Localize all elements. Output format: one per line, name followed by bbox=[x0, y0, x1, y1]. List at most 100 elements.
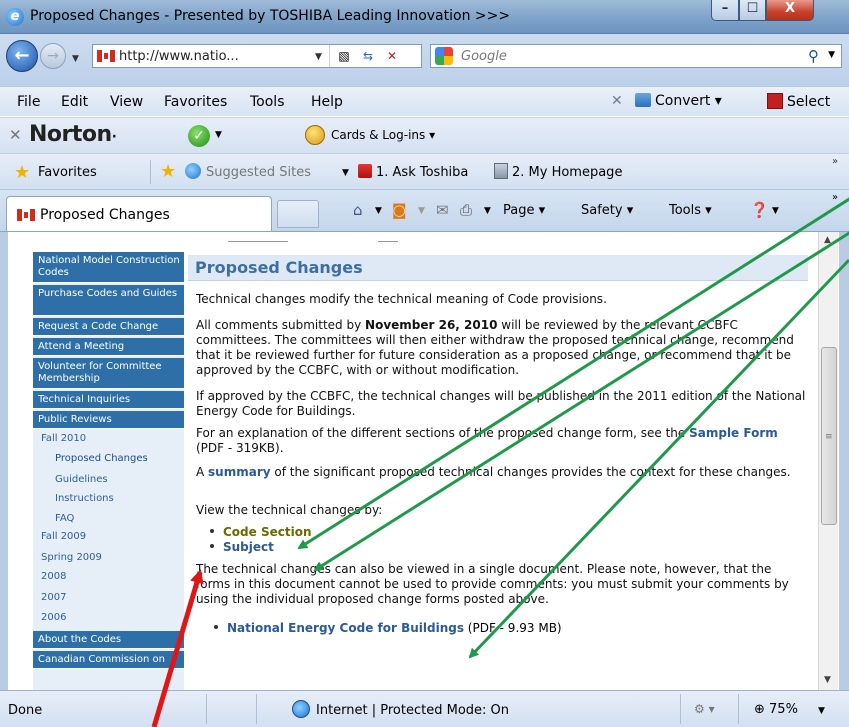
window-right-frame bbox=[839, 232, 849, 691]
select-button[interactable]: Select bbox=[767, 93, 830, 110]
nav-fall-2010[interactable]: Fall 2010 bbox=[33, 433, 184, 445]
nav-purchase-codes-and-guides[interactable]: Purchase Codes and Guides bbox=[33, 285, 184, 316]
norton-menu[interactable]: Norton· bbox=[29, 122, 117, 147]
zoom-level[interactable]: ⊕ 75% bbox=[754, 702, 798, 717]
favorites-star-icon[interactable]: ★ bbox=[14, 162, 30, 183]
suggested-sites-dropdown-icon[interactable]: ▼ bbox=[342, 168, 349, 178]
read-mail-icon[interactable]: ✉ bbox=[436, 201, 449, 219]
minimize-button[interactable]: – bbox=[711, 0, 739, 21]
address-bar[interactable]: http://www.natio... ▼ ▧ ⇆ ✕ bbox=[92, 44, 422, 68]
forward-button[interactable]: → bbox=[40, 43, 66, 69]
address-toolbar: ← → ▼ http://www.natio... ▼ ▧ ⇆ ✕ Google… bbox=[0, 34, 849, 86]
feeds-icon[interactable]: ◙ bbox=[392, 201, 407, 219]
search-options-dropdown-icon[interactable]: ▼ bbox=[828, 50, 835, 60]
nav-faq[interactable]: FAQ bbox=[33, 513, 184, 525]
vertical-scrollbar[interactable]: ▲ ≡ ▼ bbox=[818, 232, 838, 691]
norton-status-dropdown-icon[interactable]: ▼ bbox=[215, 130, 222, 140]
menu-tools[interactable]: Tools bbox=[250, 94, 285, 110]
zoom-dropdown-icon[interactable]: ▼ bbox=[818, 706, 825, 716]
nav-volunteer-for-committee-membership[interactable]: Volunteer for Committee Membership bbox=[33, 358, 184, 389]
intro-paragraph: Technical changes modify the technical m… bbox=[196, 292, 607, 306]
scroll-up-arrow-icon[interactable]: ▲ bbox=[824, 235, 831, 245]
favorites-button[interactable]: Favorites bbox=[38, 165, 97, 180]
security-zone[interactable]: Internet | Protected Mode: On bbox=[316, 703, 509, 718]
tab-favicon-icon bbox=[17, 209, 35, 221]
menu-favorites[interactable]: Favorites bbox=[164, 94, 227, 110]
scroll-down-arrow-icon[interactable]: ▼ bbox=[824, 675, 831, 685]
nav-attend-a-meeting[interactable]: Attend a Meeting bbox=[33, 338, 184, 356]
close-button[interactable]: X bbox=[766, 0, 814, 21]
feeds-dropdown-icon[interactable]: ▼ bbox=[418, 206, 425, 216]
command-bar-overflow-chevron-icon[interactable]: » bbox=[832, 192, 838, 203]
zoom-value: 75% bbox=[769, 702, 798, 717]
subject-link[interactable]: Subject bbox=[223, 540, 274, 554]
print-dropdown-icon[interactable]: ▼ bbox=[484, 206, 491, 216]
nav-guidelines[interactable]: Guidelines bbox=[33, 474, 184, 486]
safety-menu[interactable]: Safety ▾ bbox=[581, 203, 633, 218]
menu-file[interactable]: File bbox=[17, 94, 40, 110]
identity-safe-lock-icon[interactable] bbox=[305, 125, 325, 145]
menu-help[interactable]: Help bbox=[311, 94, 343, 110]
nav-canadian-commission[interactable]: Canadian Commission on bbox=[33, 651, 184, 669]
print-icon[interactable]: ⎙ bbox=[460, 201, 472, 219]
ask-toshiba-link[interactable]: 1. Ask Toshiba bbox=[376, 165, 468, 180]
tools-menu[interactable]: Tools ▾ bbox=[669, 203, 712, 218]
nav-proposed-changes[interactable]: Proposed Changes bbox=[33, 453, 184, 465]
canada-flag-icon bbox=[97, 50, 115, 62]
add-to-favorites-bar-icon[interactable]: ★ bbox=[160, 161, 176, 182]
home-dropdown-icon[interactable]: ▼ bbox=[375, 206, 382, 216]
recent-pages-dropdown-icon[interactable]: ▼ bbox=[72, 54, 79, 64]
home-icon[interactable]: ⌂ bbox=[353, 201, 363, 219]
help-icon[interactable]: ❓ bbox=[750, 201, 769, 219]
menu-view[interactable]: View bbox=[110, 94, 143, 110]
sample-form-link[interactable]: Sample Form bbox=[689, 426, 778, 440]
compatibility-view-icon[interactable]: ▧ bbox=[335, 48, 353, 64]
internet-zone-globe-icon bbox=[292, 700, 310, 718]
address-dropdown-icon[interactable]: ▼ bbox=[315, 52, 322, 62]
address-url[interactable]: http://www.natio... bbox=[119, 49, 239, 64]
new-tab-button[interactable] bbox=[277, 200, 319, 228]
summary-link[interactable]: summary bbox=[208, 465, 271, 479]
cards-logins-button[interactable]: Cards & Log-ins ▾ bbox=[331, 128, 435, 142]
back-button[interactable]: ← bbox=[6, 40, 38, 72]
national-energy-code-link[interactable]: National Energy Code for Buildings bbox=[227, 621, 464, 635]
bullet bbox=[210, 544, 214, 548]
nav-technical-inquiries[interactable]: Technical Inquiries bbox=[33, 391, 184, 409]
norton-status-check-icon[interactable]: ✓ bbox=[188, 125, 210, 147]
search-icon[interactable]: ⚲ bbox=[808, 47, 819, 65]
nav-about-the-codes[interactable]: About the Codes bbox=[33, 631, 184, 649]
help-dropdown-icon[interactable]: ▼ bbox=[772, 206, 779, 216]
tab-proposed-changes[interactable]: Proposed Changes bbox=[6, 196, 272, 232]
suggested-sites-button[interactable]: Suggested Sites bbox=[206, 165, 311, 180]
tab-label: Proposed Changes bbox=[40, 207, 170, 223]
ask-toshiba-icon bbox=[358, 164, 372, 178]
refresh-icon[interactable]: ⇆ bbox=[359, 48, 377, 64]
nav-2007[interactable]: 2007 bbox=[33, 592, 184, 604]
favorites-overflow-chevron-icon[interactable]: » bbox=[832, 156, 838, 167]
close-norton-icon[interactable]: ✕ bbox=[9, 126, 22, 144]
search-placeholder[interactable]: Google bbox=[461, 49, 507, 64]
nav-2008[interactable]: 2008 bbox=[33, 571, 184, 583]
stop-icon[interactable]: ✕ bbox=[383, 48, 401, 64]
protected-mode-icon[interactable]: ⚙ ▾ bbox=[694, 702, 715, 716]
nav-public-reviews[interactable]: Public Reviews bbox=[33, 411, 184, 429]
nav-spring-2009[interactable]: Spring 2009 bbox=[33, 552, 184, 564]
page-menu[interactable]: Page ▾ bbox=[503, 203, 545, 218]
my-homepage-icon bbox=[494, 163, 508, 179]
code-section-link[interactable]: Code Section bbox=[223, 525, 312, 539]
scrollbar-thumb[interactable]: ≡ bbox=[821, 347, 837, 525]
search-box[interactable]: Google ⚲ ▼ bbox=[430, 44, 842, 68]
nav-request-a-code-change[interactable]: Request a Code Change bbox=[33, 318, 184, 336]
menu-edit[interactable]: Edit bbox=[61, 94, 88, 110]
page-content: National Model Construction Codes Purcha… bbox=[0, 231, 849, 691]
cut-off-line bbox=[228, 241, 288, 242]
nav-2006[interactable]: 2006 bbox=[33, 612, 184, 624]
close-toolbar-icon[interactable]: ✕ bbox=[611, 93, 623, 109]
convert-button[interactable]: Convert ▾ bbox=[635, 93, 722, 109]
title-bar: e Proposed Changes - Presented by TOSHIB… bbox=[0, 0, 849, 34]
nav-instructions[interactable]: Instructions bbox=[33, 493, 184, 505]
nav-fall-2009[interactable]: Fall 2009 bbox=[33, 531, 184, 543]
nav-national-model-construction-codes[interactable]: National Model Construction Codes bbox=[33, 252, 184, 283]
maximize-button[interactable]: ☐ bbox=[739, 0, 766, 21]
my-homepage-link[interactable]: 2. My Homepage bbox=[512, 165, 622, 180]
